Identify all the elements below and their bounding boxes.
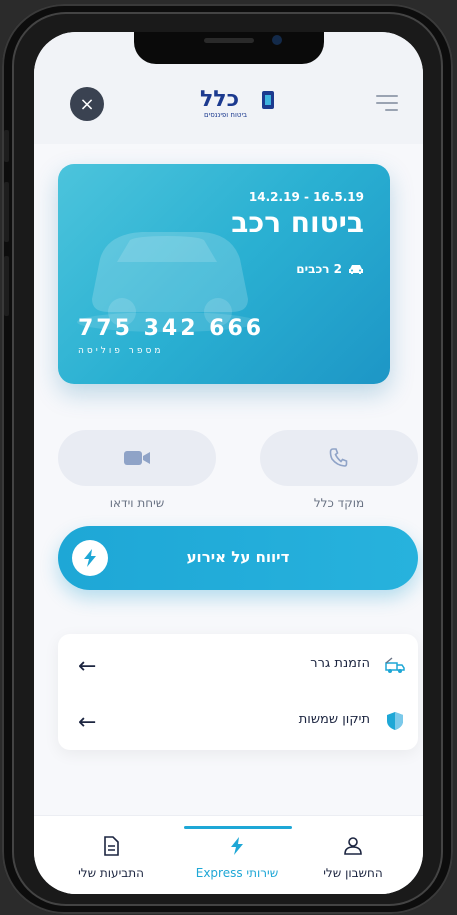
tab-my-account[interactable]: החשבון שלי	[298, 836, 408, 880]
policy-number: 775 342 666	[78, 316, 265, 341]
shield-icon	[387, 712, 403, 730]
call-center-label: מוקד כלל	[313, 496, 365, 510]
video-call-button[interactable]	[58, 430, 216, 486]
policy-card[interactable]: 14.2.19 - 16.5.19 ביטוח רכב 2 רכבים 775 …	[58, 164, 390, 384]
menu-icon-line	[384, 109, 398, 111]
video-call-label: שיחת וידאו	[109, 496, 165, 510]
car-icon	[349, 265, 363, 274]
menu-icon-line	[376, 102, 398, 104]
tab-express-services[interactable]: שירותי Express	[182, 836, 292, 880]
phone-notch	[134, 32, 324, 64]
user-icon	[344, 837, 362, 855]
phone-side-button	[4, 182, 9, 242]
document-icon	[104, 836, 119, 856]
tab-label: החשבון שלי	[323, 866, 383, 880]
tab-label: התביעות שלי	[78, 866, 144, 880]
service-label: הזמנת גרר	[310, 656, 370, 671]
arrow-left-icon: ←	[78, 654, 97, 679]
service-item-tow-truck[interactable]: ← הזמנת גרר	[58, 638, 418, 694]
policy-dates: 14.2.19 - 16.5.19	[248, 190, 364, 204]
policy-title: ביטוח רכב	[231, 206, 364, 239]
services-list: ← הזמנת גרר ← תיקון שמשות	[58, 634, 418, 750]
close-icon: ×	[79, 93, 95, 115]
video-camera-icon	[124, 451, 150, 465]
policy-number-label: מספר פוליסה	[78, 346, 164, 356]
call-center-button[interactable]	[260, 430, 418, 486]
phone-side-button	[4, 130, 9, 162]
logo-subtext: ביטוח ופיננסים	[204, 111, 248, 119]
logo-text: כלל	[200, 87, 240, 112]
front-camera	[272, 35, 282, 45]
phone-icon	[329, 448, 348, 467]
tab-my-claims[interactable]: התביעות שלי	[56, 836, 166, 880]
bottom-tab-bar: התביעות שלי שירותי Express החשבון שלי	[34, 815, 423, 894]
app-screen: × כלל ביטוח ופיננסים 14.2.19 - 16.5.19 ב…	[34, 32, 423, 894]
brand-logo: כלל ביטוח ופיננסים	[200, 87, 276, 121]
close-button[interactable]: ×	[70, 87, 104, 121]
tab-label: שירותי Express	[195, 866, 279, 880]
menu-button[interactable]	[376, 95, 398, 111]
phone-side-button	[4, 256, 9, 316]
active-tab-indicator	[184, 826, 292, 829]
arrow-left-icon: ←	[78, 710, 97, 735]
report-incident-button[interactable]: דיווח על אירוע	[58, 526, 418, 590]
tow-truck-icon	[385, 657, 405, 673]
menu-icon	[376, 95, 398, 97]
cars-count: 2 רכבים	[296, 262, 364, 276]
speaker	[204, 38, 254, 43]
service-item-glass-repair[interactable]: ← תיקון שמשות	[58, 694, 418, 750]
cars-count-label: 2 רכבים	[296, 262, 342, 276]
lightning-icon	[231, 837, 243, 855]
service-label: תיקון שמשות	[298, 712, 370, 727]
main-content: 14.2.19 - 16.5.19 ביטוח רכב 2 רכבים 775 …	[34, 144, 423, 844]
report-incident-label: דיווח על אירוע	[186, 548, 290, 566]
